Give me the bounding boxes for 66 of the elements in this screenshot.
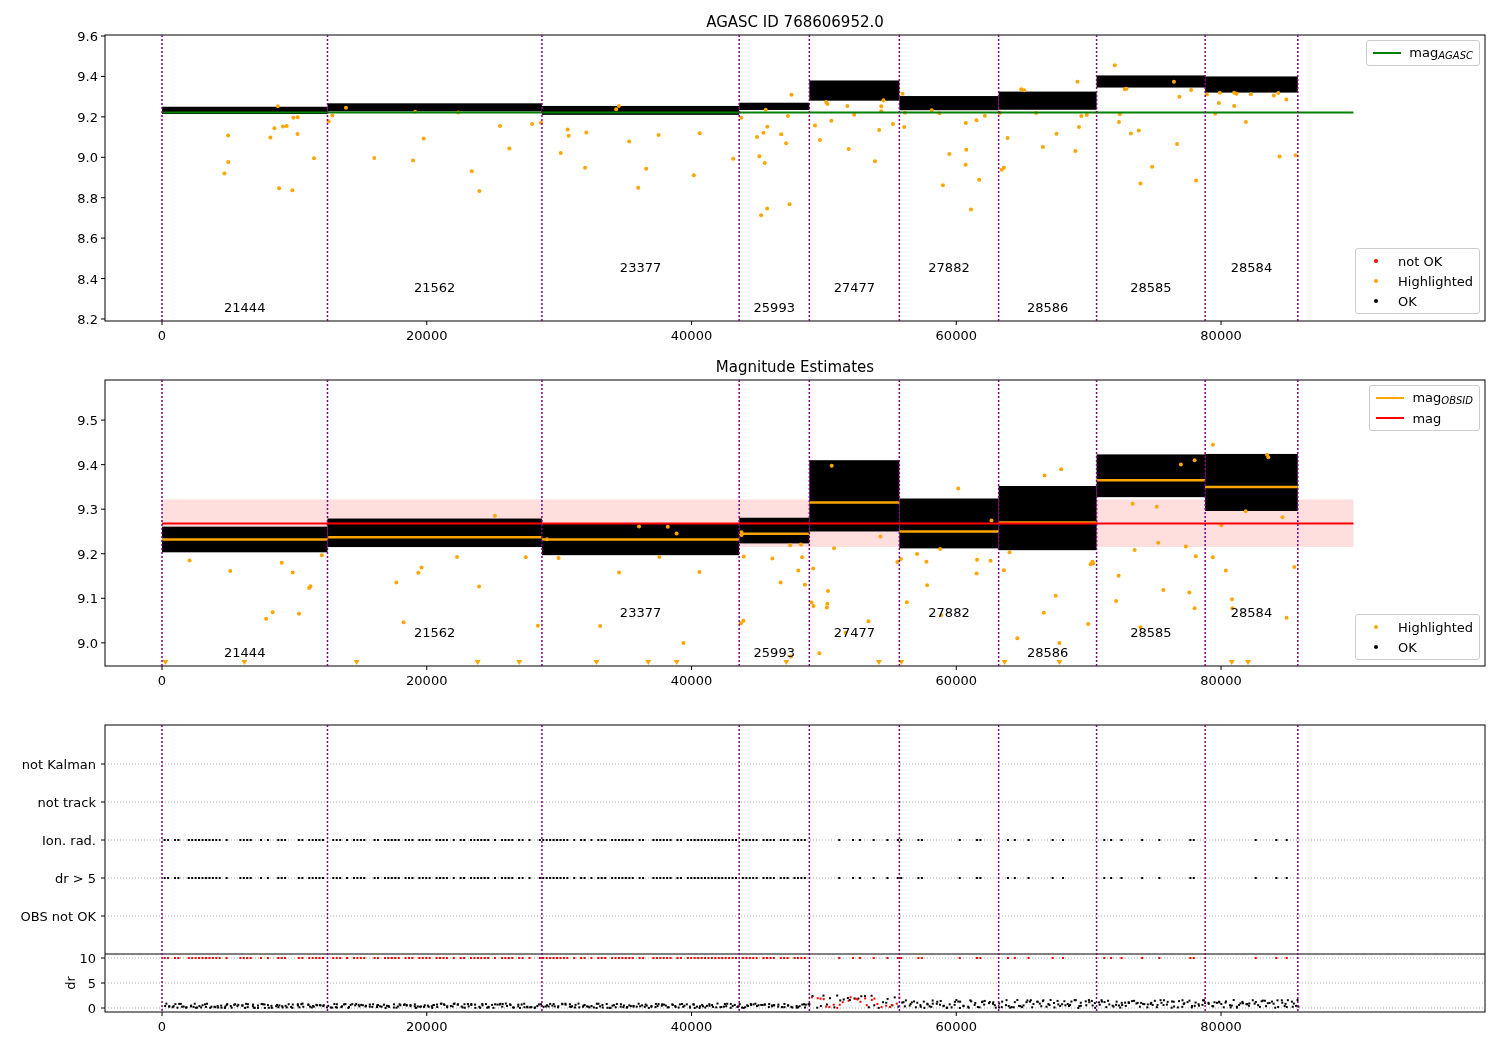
- y-tick-label: 9.2: [77, 109, 98, 125]
- y-tick-label: 0: [87, 1001, 96, 1016]
- y-category-label: not track: [37, 795, 96, 810]
- obsid-label: 25993: [753, 300, 795, 315]
- y-tick-label: 9.2: [77, 546, 98, 562]
- obsid-label: 23377: [619, 260, 662, 275]
- obsid-label: 28585: [1130, 280, 1172, 295]
- legend-label: not OK: [1398, 254, 1443, 268]
- y-category-label: not Kalman: [21, 757, 96, 772]
- obsid-label: 27882: [928, 605, 970, 620]
- x-tick-label: 20000: [406, 673, 448, 688]
- obsid-label: 28584: [1230, 605, 1273, 620]
- y-tick-label: 8.2: [77, 312, 98, 327]
- y-category-label: dr > 5: [54, 871, 96, 886]
- x-tick-label: 60000: [935, 328, 977, 343]
- legend-label: Highlighted: [1398, 274, 1473, 288]
- x-tick-label: 20000: [406, 328, 448, 343]
- obsid-label: 27477: [833, 625, 876, 640]
- y-tick-label: 9.1: [77, 591, 98, 607]
- obsid-label: 27477: [833, 280, 876, 295]
- legend-label: mag$_{AGASC}$: [1409, 45, 1473, 61]
- y-tick-label: 8.4: [77, 271, 98, 287]
- y-tick-label: 9.3: [77, 502, 98, 518]
- obsid-label: 28584: [1230, 260, 1273, 275]
- y-tick-label: 5: [87, 976, 96, 991]
- legend-label: OK: [1398, 640, 1417, 654]
- x-tick-label: 80000: [1200, 673, 1242, 688]
- y-category-label: OBS not OK: [20, 909, 96, 924]
- legend-label: mag$_{OBSID}$: [1412, 390, 1473, 406]
- x-tick-label: 0: [157, 1019, 167, 1034]
- obsid-label: 28586: [1026, 645, 1069, 660]
- y-tick-label: 8.6: [77, 231, 98, 247]
- plot-title: AGASC ID 768606952.0: [706, 13, 884, 31]
- y-tick-label: 9.5: [77, 413, 98, 429]
- obsid-label: 28586: [1026, 300, 1069, 315]
- y-tick-label: 9.4: [77, 69, 98, 85]
- x-tick-label: 40000: [670, 1019, 713, 1034]
- x-tick-label: 40000: [670, 673, 713, 688]
- y-tick-label: 8.8: [77, 190, 98, 206]
- x-tick-label: 60000: [935, 673, 977, 688]
- x-tick-label: 40000: [670, 328, 713, 343]
- legend-label: OK: [1398, 294, 1417, 308]
- obsid-label: 21562: [414, 280, 456, 295]
- x-tick-label: 80000: [1200, 1019, 1242, 1034]
- legend-label: Highlighted: [1398, 620, 1473, 634]
- y-tick-label: 9.6: [77, 29, 98, 44]
- plot-title: Magnitude Estimates: [715, 358, 875, 376]
- x-tick-label: 0: [157, 328, 167, 343]
- x-tick-label: 0: [157, 673, 167, 688]
- y-axis-label: dr: [63, 976, 78, 990]
- y-tick-label: 9.4: [77, 457, 98, 473]
- legend-label: mag: [1412, 411, 1442, 425]
- y-tick-label: 9.0: [77, 635, 98, 651]
- obsid-label: 25993: [753, 645, 795, 660]
- x-tick-label: 60000: [935, 1019, 977, 1034]
- obsid-label: 21444: [224, 645, 266, 660]
- obsid-label: 21444: [224, 300, 266, 315]
- y-category-label: Ion. rad.: [42, 833, 96, 848]
- obsid-label: 23377: [619, 605, 662, 620]
- obsid-label: 28585: [1130, 625, 1172, 640]
- obsid-label: 27882: [928, 260, 970, 275]
- x-tick-label: 20000: [406, 1019, 448, 1034]
- obsid-label: 21562: [414, 625, 456, 640]
- y-tick-label: 9.0: [77, 150, 98, 166]
- y-tick-label: 10: [79, 951, 96, 966]
- x-tick-label: 80000: [1200, 328, 1242, 343]
